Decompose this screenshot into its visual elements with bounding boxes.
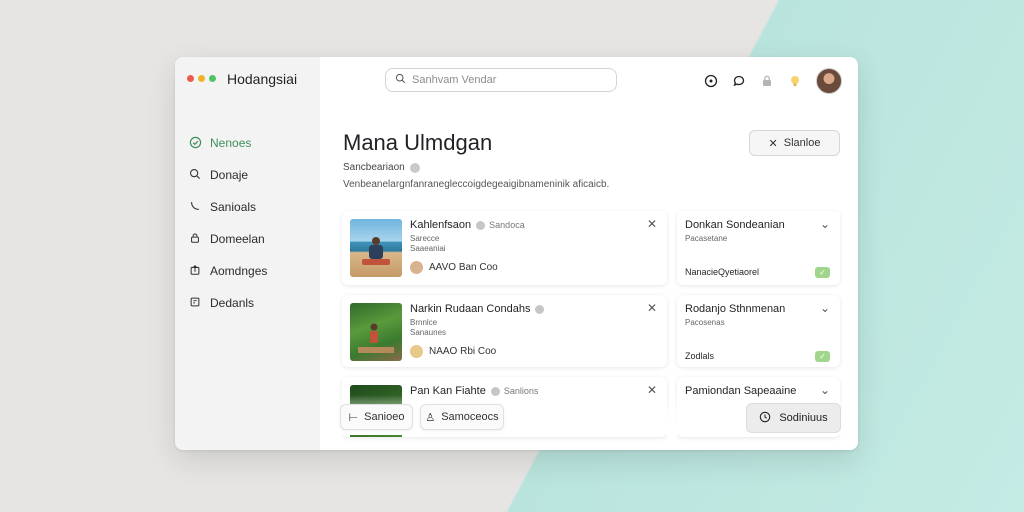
settings-card-title: Donkan Sondeanian — [685, 219, 785, 231]
secondary-button[interactable]: ⊢ Sanioeo — [340, 404, 413, 430]
main-panel: Sanhvam Vendar Mana Ulmdgan Sancbeariaon… — [320, 57, 858, 450]
toolbar-icons — [704, 68, 842, 94]
card-title: Kahlenfsaon Sandoca — [410, 219, 525, 231]
lock-icon[interactable] — [760, 74, 774, 88]
tag-dot-icon — [535, 304, 545, 314]
window-controls — [187, 75, 216, 82]
minimize-window-button[interactable] — [198, 75, 205, 82]
sidebar-item-sanioals[interactable]: Sanioals — [188, 191, 267, 223]
settings-card-subtitle: Pacasetane — [685, 234, 728, 243]
close-icon: ✕ — [768, 137, 778, 150]
beach-thumbnail — [350, 219, 402, 277]
settings-card-label: Zodlals — [685, 351, 715, 361]
list-item[interactable]: Kahlenfsaon Sandoca Sarecce Saaeaniai AA… — [342, 211, 667, 285]
card-title-text: Narkin Rudaan Condahs — [410, 303, 531, 315]
toggle-switch[interactable]: ✓ — [815, 267, 830, 278]
card-meta-text: NAAO Rbi Coo — [429, 346, 497, 357]
sidebar-nav: Nenoes Donaje Sanioals Domeelan Aomdnges… — [188, 127, 267, 319]
page-description: Venbeanelargnfanranegleccoigdegeaigibnam… — [343, 179, 610, 190]
clock-icon — [759, 411, 771, 426]
person-figure-icon — [358, 323, 394, 353]
search-icon — [188, 168, 202, 182]
user-icon: ♙ — [425, 411, 436, 424]
app-window: Hodangsiai Nenoes Donaje Sanioals Domeel… — [175, 57, 858, 450]
card-line-2: Sanaunes — [410, 328, 447, 337]
settings-card-title: Rodanjo Sthnmenan — [685, 303, 786, 315]
close-filter-label: Slanloe — [783, 137, 821, 149]
sidebar-item-donaje[interactable]: Donaje — [188, 159, 267, 191]
chevron-down-icon[interactable]: ⌄ — [820, 217, 830, 231]
primary-button[interactable]: Sodiniuus — [746, 403, 841, 433]
close-window-button[interactable] — [187, 75, 194, 82]
chat-icon[interactable] — [732, 74, 746, 88]
tertiary-button[interactable]: ♙ Samoceocs — [420, 404, 504, 430]
card-title: Narkin Rudaan Condahs — [410, 303, 545, 315]
secondary-button-label: Sanioeo — [364, 411, 405, 423]
card-tag — [535, 304, 545, 314]
search-placeholder: Sanhvam Vendar — [412, 74, 497, 86]
card-meta: NAAO Rbi Coo — [410, 345, 496, 358]
card-line-1: Sarecce — [410, 234, 440, 243]
sidebar-item-aomdnges[interactable]: Aomdnges — [188, 255, 267, 287]
person-figure-icon — [362, 237, 390, 265]
bulb-icon[interactable] — [788, 74, 802, 88]
close-icon[interactable]: ✕ — [647, 217, 657, 231]
settings-card[interactable]: Donkan Sondeanian Pacasetane ⌄ NanacieQy… — [677, 211, 840, 285]
sidebar-item-nenoes[interactable]: Nenoes — [188, 127, 267, 159]
info-badge-icon — [409, 162, 420, 173]
sidebar: Hodangsiai Nenoes Donaje Sanioals Domeel… — [175, 57, 320, 450]
card-title-text: Kahlenfsaon — [410, 219, 472, 231]
toggle-switch[interactable]: ✓ — [815, 351, 830, 362]
sidebar-item-dedanls[interactable]: Dedanls — [188, 287, 267, 319]
page-title: Mana Ulmdgan — [343, 130, 493, 155]
upload-icon — [188, 264, 202, 278]
phone-icon — [188, 200, 202, 214]
chevron-down-icon[interactable]: ⌄ — [820, 301, 830, 315]
cursor-icon: ⊢ — [348, 411, 359, 424]
lock-icon — [188, 232, 202, 246]
sidebar-item-label: Dedanls — [210, 296, 255, 310]
sidebar-item-label: Nenoes — [210, 136, 252, 150]
card-tag: Sandoca — [476, 220, 525, 230]
close-icon[interactable]: ✕ — [647, 301, 657, 315]
primary-button-label: Sodiniuus — [779, 412, 828, 424]
card-meta: AAVO Ban Coo — [410, 261, 498, 274]
card-tag-text: Sandoca — [489, 220, 525, 230]
settings-card[interactable]: Rodanjo Sthnmenan Pacosenas ⌄ Zodlals ✓ — [677, 295, 840, 367]
settings-card-label: NanacieQyetiaorel — [685, 267, 760, 277]
page-subtitle: Sancbeariaon — [343, 162, 420, 173]
sidebar-item-label: Domeelan — [210, 232, 265, 246]
list-item[interactable]: Narkin Rudaan Condahs Brnnlce Sanaunes N… — [342, 295, 667, 367]
settings-card-subtitle: Pacosenas — [685, 318, 725, 327]
jungle-thumbnail — [350, 303, 402, 361]
close-filter-button[interactable]: ✕ Slanloe — [749, 130, 840, 156]
subtitle-text: Sancbeariaon — [343, 162, 405, 173]
user-avatar[interactable] — [816, 68, 842, 94]
card-meta-text: AAVO Ban Coo — [429, 262, 498, 273]
sidebar-item-domeelan[interactable]: Domeelan — [188, 223, 267, 255]
check-circle-icon — [188, 136, 202, 150]
sidebar-item-label: Donaje — [210, 168, 249, 182]
tertiary-button-label: Samoceocs — [441, 411, 499, 423]
sidebar-item-label: Aomdnges — [210, 264, 268, 278]
mini-avatar — [410, 261, 423, 274]
mini-avatar — [410, 345, 423, 358]
card-line-1: Brnnlce — [410, 318, 438, 327]
help-icon[interactable] — [704, 74, 718, 88]
box-icon — [188, 296, 202, 310]
sidebar-item-label: Sanioals — [210, 200, 257, 214]
maximize-window-button[interactable] — [209, 75, 216, 82]
app-title: Hodangsiai — [227, 71, 298, 87]
card-line-2: Saaeaniai — [410, 244, 446, 253]
search-input[interactable]: Sanhvam Vendar — [385, 68, 617, 92]
search-icon — [395, 73, 406, 87]
tag-dot-icon — [476, 220, 486, 230]
